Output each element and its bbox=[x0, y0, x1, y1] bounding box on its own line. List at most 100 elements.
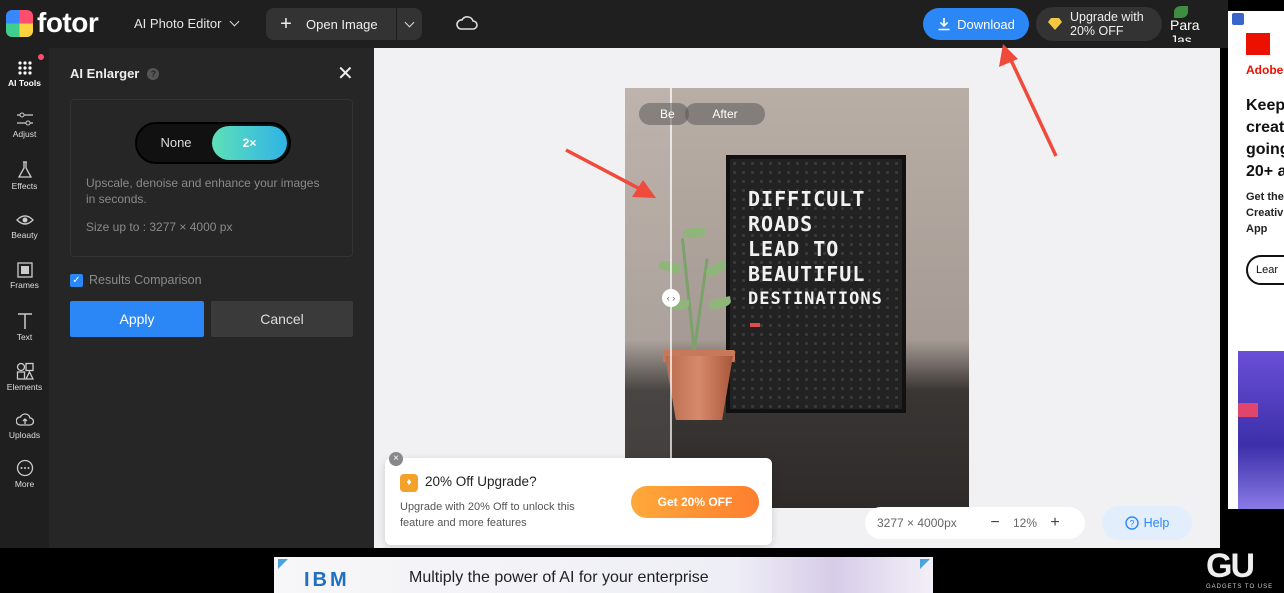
rail-item-text[interactable]: Text bbox=[0, 312, 49, 342]
upgrade-line1: Upgrade with bbox=[1070, 10, 1144, 24]
grid-dots-icon bbox=[17, 61, 32, 75]
checkmark-icon: ✓ bbox=[70, 273, 83, 287]
help-button[interactable]: ? Help bbox=[1102, 506, 1192, 540]
eye-icon bbox=[15, 215, 34, 225]
before-chip: Be bbox=[639, 103, 689, 125]
plant-leaf bbox=[683, 228, 705, 238]
zoom-level: 12% bbox=[1012, 516, 1038, 530]
download-label: Download bbox=[957, 16, 1015, 32]
cloud-icon[interactable] bbox=[456, 14, 478, 32]
question-icon[interactable]: ? bbox=[147, 67, 160, 80]
rail-label: Text bbox=[16, 332, 33, 342]
zoom-in-icon[interactable]: + bbox=[1045, 514, 1065, 532]
upload-cloud-icon bbox=[15, 413, 34, 426]
board-line: BEAUTIFUL bbox=[748, 262, 866, 286]
ad-subtext: Get the Creativ All App bbox=[1246, 191, 1284, 235]
rail-label: Adjust bbox=[12, 129, 37, 139]
chevron-down-icon bbox=[230, 16, 240, 27]
editor-canvas: DIFFICULT ROADS LEAD TO BEAUTIFUL DESTIN… bbox=[374, 48, 1220, 548]
side-advertisement[interactable]: Adobe Keep creat going 20+ a Get the Cre… bbox=[1228, 11, 1284, 509]
size-limit: Size up to : 3277 × 4000 px bbox=[86, 220, 233, 234]
ad-headline: Keep creat going 20+ a bbox=[1246, 97, 1284, 180]
ad-learn-button[interactable]: Lear bbox=[1246, 255, 1284, 285]
zoom-out-icon[interactable]: − bbox=[985, 514, 1005, 532]
bottom-advertisement[interactable]: IBM Multiply the power of AI for your en… bbox=[274, 557, 933, 593]
board-line: LEAD TO bbox=[748, 237, 840, 261]
ai-enlarger-panel: AI Enlarger ? ✕ None 2× Upscale, denoise… bbox=[49, 48, 374, 548]
scale-toggle[interactable]: None 2× bbox=[135, 122, 291, 164]
rail-item-effects[interactable]: Effects bbox=[0, 161, 49, 191]
open-image-label: Open Image bbox=[306, 16, 378, 32]
panel-title-text: AI Enlarger bbox=[70, 66, 140, 81]
diamond-icon bbox=[1048, 18, 1062, 30]
rail-label: Elements bbox=[6, 382, 43, 392]
logo-text: fotor bbox=[37, 7, 99, 38]
after-chip: After bbox=[685, 103, 765, 125]
board-line: ROADS bbox=[748, 212, 814, 236]
editor-switcher[interactable]: AI Photo Editor bbox=[134, 16, 240, 31]
rail-label: Uploads bbox=[8, 430, 41, 440]
rail-item-uploads[interactable]: Uploads bbox=[0, 412, 49, 440]
open-image-button[interactable]: + Open Image bbox=[266, 8, 422, 40]
shield-icon bbox=[1232, 13, 1244, 25]
text-icon bbox=[17, 313, 32, 329]
sliders-icon bbox=[16, 112, 33, 126]
close-icon[interactable]: ✕ bbox=[337, 64, 354, 84]
rail-item-ai-tools[interactable]: AI Tools bbox=[0, 60, 49, 88]
upgrade-button[interactable]: Upgrade with 20% OFF bbox=[1036, 7, 1162, 41]
rail-label: Beauty bbox=[11, 230, 38, 240]
rail-item-frames[interactable]: Frames bbox=[0, 262, 49, 290]
rail-item-elements[interactable]: Elements bbox=[0, 362, 49, 392]
close-icon[interactable]: × bbox=[389, 452, 403, 466]
logo-mark-icon bbox=[6, 9, 33, 37]
more-icon bbox=[16, 459, 33, 477]
rail-label: AI Tools bbox=[8, 78, 41, 88]
zoom-bar: 3277 × 4000px − 12% + bbox=[865, 507, 1085, 539]
compare-label: Results Comparison bbox=[89, 273, 202, 287]
panel-title: AI Enlarger ? bbox=[70, 66, 160, 81]
frame-icon bbox=[16, 262, 33, 278]
promo-title: 20% Off Upgrade? bbox=[425, 474, 537, 489]
upgrade-text: Upgrade with 20% OFF bbox=[1070, 10, 1144, 38]
rail-label: Effects bbox=[11, 181, 38, 191]
download-button[interactable]: Download bbox=[923, 8, 1029, 40]
enlarge-options: None 2× Upscale, denoise and enhance you… bbox=[70, 99, 353, 257]
shapes-icon bbox=[16, 362, 34, 380]
divider-handle[interactable]: ‹ › bbox=[662, 289, 680, 307]
toggle-none[interactable]: None bbox=[137, 124, 215, 162]
flower-pot bbox=[665, 356, 733, 420]
left-toolbar: AI Tools Adjust Effects Beauty Frames Te… bbox=[0, 48, 49, 548]
plus-icon: + bbox=[280, 13, 292, 35]
top-bar: fotor AI Photo Editor + Open Image Downl… bbox=[0, 0, 1228, 48]
flask-icon bbox=[17, 161, 32, 178]
upgrade-line2: 20% OFF bbox=[1070, 24, 1124, 38]
rail-label: Frames bbox=[10, 280, 39, 290]
fotor-logo[interactable]: fotor bbox=[6, 7, 99, 38]
cancel-button[interactable]: Cancel bbox=[211, 301, 353, 337]
rail-item-beauty[interactable]: Beauty bbox=[0, 212, 49, 240]
open-image-dropdown[interactable] bbox=[396, 8, 422, 40]
download-icon bbox=[938, 18, 950, 31]
ad-brand: Adobe bbox=[1246, 63, 1284, 77]
avatar-text: Para Jas bbox=[1170, 17, 1200, 43]
get-discount-button[interactable]: Get 20% OFF bbox=[631, 486, 759, 518]
svg-text:?: ? bbox=[1129, 519, 1134, 529]
board-line: DESTINATIONS bbox=[748, 289, 883, 309]
rail-item-more[interactable]: More bbox=[0, 459, 49, 489]
letter-board: DIFFICULT ROADS LEAD TO BEAUTIFUL DESTIN… bbox=[726, 155, 906, 413]
toggle-2x[interactable]: 2× bbox=[212, 126, 287, 160]
ad-message: Multiply the power of AI for your enterp… bbox=[409, 569, 709, 586]
apply-button[interactable]: Apply bbox=[70, 301, 204, 337]
ad-brand: IBM bbox=[304, 569, 350, 591]
ad-choices-icon bbox=[920, 559, 930, 569]
help-label: Help bbox=[1143, 516, 1170, 530]
avatar[interactable]: Para Jas bbox=[1170, 6, 1206, 42]
site-watermark: GU GADGETS TO USE bbox=[1206, 548, 1284, 592]
results-comparison-checkbox[interactable]: ✓ Results Comparison bbox=[70, 273, 202, 287]
diamond-icon: ♦ bbox=[400, 474, 418, 492]
ad-choices-icon bbox=[278, 559, 288, 569]
rail-item-adjust[interactable]: Adjust bbox=[0, 111, 49, 139]
editor-label: AI Photo Editor bbox=[134, 16, 222, 31]
enlarger-description: Upscale, denoise and enhance your images… bbox=[86, 176, 320, 206]
rail-label: More bbox=[14, 479, 35, 489]
